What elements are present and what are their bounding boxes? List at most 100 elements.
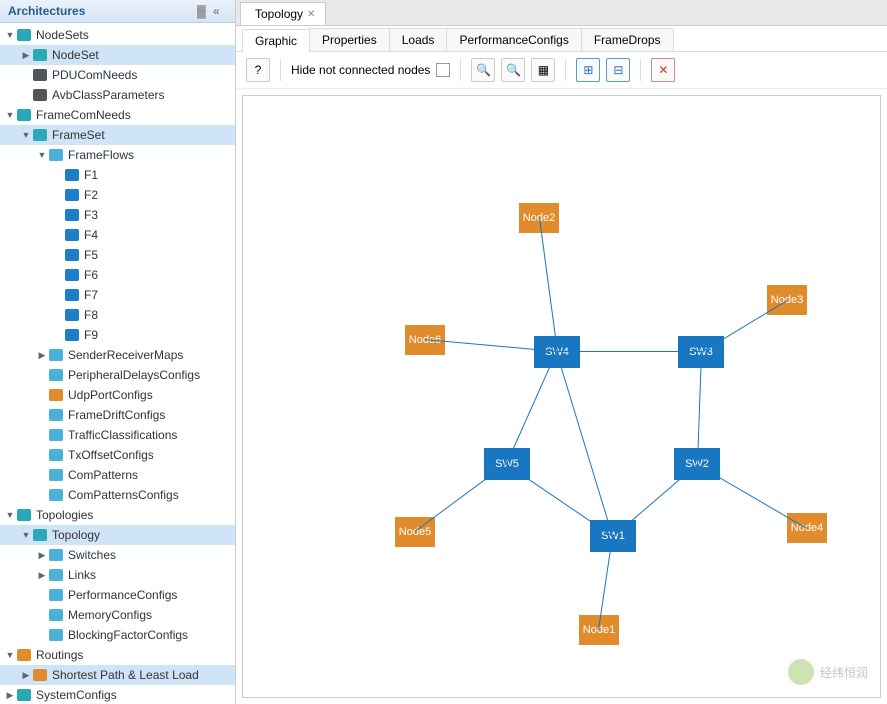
expand-arrow-icon[interactable] — [36, 369, 48, 381]
tree-item-topologies[interactable]: ▼ Topologies — [0, 505, 235, 525]
tree-item-senderreceivermaps[interactable]: ▶SenderReceiverMaps — [0, 345, 235, 365]
expand-arrow-icon[interactable]: ▶ — [36, 569, 48, 581]
expand-arrow-icon[interactable] — [36, 489, 48, 501]
expand-arrow-icon[interactable]: ▼ — [36, 149, 48, 161]
expand-arrow-icon[interactable]: ▶ — [36, 349, 48, 361]
link-sw5-sw1[interactable] — [506, 464, 613, 537]
collapse-icon[interactable]: ▓ — [197, 4, 211, 18]
link-sw4-sw1[interactable] — [556, 352, 613, 536]
expand-arrow-icon[interactable] — [36, 589, 48, 601]
sub-tab-performanceconfigs[interactable]: PerformanceConfigs — [446, 28, 581, 51]
expand-arrow-icon[interactable]: ▼ — [4, 509, 16, 521]
expand-arrow-icon[interactable]: ▼ — [4, 109, 16, 121]
tree-item-frameflows[interactable]: ▼FrameFlows — [0, 145, 235, 165]
tree-item-txoffsetconfigs[interactable]: TxOffsetConfigs — [0, 445, 235, 465]
tree-item-systemconfigs[interactable]: ▶SystemConfigs — [0, 685, 235, 704]
link-sw5-node5[interactable] — [414, 463, 507, 532]
tab-topology[interactable]: Topology ✕ — [240, 2, 326, 25]
expand-arrow-icon[interactable]: ▼ — [4, 29, 16, 41]
chevron-icon[interactable]: « — [213, 4, 227, 18]
expand-arrow-icon[interactable] — [36, 389, 48, 401]
tree-item-nodesets[interactable]: ▼NodeSets — [0, 25, 235, 45]
tree-item-framedriftconfigs[interactable]: FrameDriftConfigs — [0, 405, 235, 425]
tree-item-f9[interactable]: F9 — [0, 325, 235, 345]
tree-item-f2[interactable]: F2 — [0, 185, 235, 205]
expand-arrow-icon[interactable]: ▶ — [20, 669, 32, 681]
expand-arrow-icon[interactable] — [36, 429, 48, 441]
hide-nodes-label: Hide not connected nodes — [291, 63, 430, 77]
tree-item-label: PerformanceConfigs — [68, 588, 177, 602]
layout-button-2[interactable]: ⊟ — [606, 58, 630, 82]
link-sw3-node3[interactable] — [701, 300, 788, 353]
tree-item-label: Topologies — [36, 508, 93, 522]
expand-arrow-icon[interactable] — [20, 69, 32, 81]
tree-item-f3[interactable]: F3 — [0, 205, 235, 225]
expand-arrow-icon[interactable]: ▼ — [4, 649, 16, 661]
delete-button[interactable]: ✕ — [651, 58, 675, 82]
sub-tab-loads[interactable]: Loads — [389, 28, 448, 51]
topology-canvas[interactable]: 经纬恒润 SW1SW2SW3SW4SW5Node1Node2Node3Node4… — [242, 95, 881, 698]
tree-item-blockingfactorconfigs[interactable]: BlockingFactorConfigs — [0, 625, 235, 645]
expand-arrow-icon[interactable] — [36, 609, 48, 621]
link-sw1-sw2[interactable] — [613, 464, 698, 537]
tree-item-compatterns[interactable]: ComPatterns — [0, 465, 235, 485]
expand-arrow-icon[interactable] — [52, 249, 64, 261]
expand-arrow-icon[interactable]: ▶ — [36, 549, 48, 561]
expand-arrow-icon[interactable]: ▶ — [20, 49, 32, 61]
tree-item-f7[interactable]: F7 — [0, 285, 235, 305]
expand-arrow-icon[interactable] — [36, 449, 48, 461]
expand-arrow-icon[interactable] — [52, 169, 64, 181]
tree-item-routings[interactable]: ▼Routings — [0, 645, 235, 665]
expand-arrow-icon[interactable] — [52, 309, 64, 321]
tree-item-f8[interactable]: F8 — [0, 305, 235, 325]
expand-arrow-icon[interactable] — [52, 209, 64, 221]
help-button[interactable]: ? — [246, 58, 270, 82]
tree-view[interactable]: ▼NodeSets▶NodeSetPDUComNeedsAvbClassPara… — [0, 23, 235, 704]
expand-arrow-icon[interactable]: ▼ — [20, 529, 32, 541]
tree-item-framecomneeds[interactable]: ▼FrameComNeeds — [0, 105, 235, 125]
close-icon[interactable]: ✕ — [307, 9, 315, 20]
expand-arrow-icon[interactable] — [52, 269, 64, 281]
expand-arrow-icon[interactable]: ▼ — [20, 129, 32, 141]
layout-button-1[interactable]: ⊞ — [576, 58, 600, 82]
zoom-out-button[interactable]: 🔍 — [501, 58, 525, 82]
zoom-in-button[interactable]: 🔍 — [471, 58, 495, 82]
fit-button[interactable]: ▦ — [531, 58, 555, 82]
tree-item-compatternsconfigs[interactable]: ComPatternsConfigs — [0, 485, 235, 505]
tree-item-links[interactable]: ▶Links — [0, 565, 235, 585]
expand-arrow-icon[interactable] — [36, 409, 48, 421]
tree-item-f1[interactable]: F1 — [0, 165, 235, 185]
tree-item-nodeset[interactable]: ▶NodeSet — [0, 45, 235, 65]
sub-tab-properties[interactable]: Properties — [309, 28, 390, 51]
tree-item-memoryconfigs[interactable]: MemoryConfigs — [0, 605, 235, 625]
tree-item-pducomneeds[interactable]: PDUComNeeds — [0, 65, 235, 85]
tree-item-performanceconfigs[interactable]: PerformanceConfigs — [0, 585, 235, 605]
expand-arrow-icon[interactable] — [36, 469, 48, 481]
hide-nodes-checkbox[interactable] — [436, 63, 450, 77]
expand-arrow-icon[interactable] — [52, 189, 64, 201]
sub-tab-graphic[interactable]: Graphic — [242, 29, 310, 52]
tree-item-udpportconfigs[interactable]: UdpPortConfigs — [0, 385, 235, 405]
tree-item-avbclassparameters[interactable]: AvbClassParameters — [0, 85, 235, 105]
expand-arrow-icon[interactable] — [20, 89, 32, 101]
node-node4[interactable]: Node4 — [787, 513, 827, 543]
expand-arrow-icon[interactable]: ▶ — [4, 689, 16, 701]
link-sw4-sw5[interactable] — [506, 352, 557, 464]
tree-item-f6[interactable]: F6 — [0, 265, 235, 285]
tree-item-f5[interactable]: F5 — [0, 245, 235, 265]
link-sw4-node2[interactable] — [539, 218, 558, 352]
expand-arrow-icon[interactable] — [36, 629, 48, 641]
tree-item-switches[interactable]: ▶Switches — [0, 545, 235, 565]
expand-arrow-icon[interactable] — [52, 229, 64, 241]
expand-arrow-icon[interactable] — [52, 329, 64, 341]
tree-item-frameset[interactable]: ▼FrameSet — [0, 125, 235, 145]
link-sw2-node4[interactable] — [696, 464, 806, 529]
tree-item-trafficclassifications[interactable]: TrafficClassifications — [0, 425, 235, 445]
link-sw3-sw4[interactable] — [557, 351, 701, 352]
tree-item-f4[interactable]: F4 — [0, 225, 235, 245]
tree-item-peripheraldelaysconfigs[interactable]: PeripheralDelaysConfigs — [0, 365, 235, 385]
tree-item-topology[interactable]: ▼Topology — [0, 525, 235, 545]
sub-tab-framedrops[interactable]: FrameDrops — [581, 28, 674, 51]
expand-arrow-icon[interactable] — [52, 289, 64, 301]
tree-item-shortest-path-least-load[interactable]: ▶Shortest Path & Least Load — [0, 665, 235, 685]
